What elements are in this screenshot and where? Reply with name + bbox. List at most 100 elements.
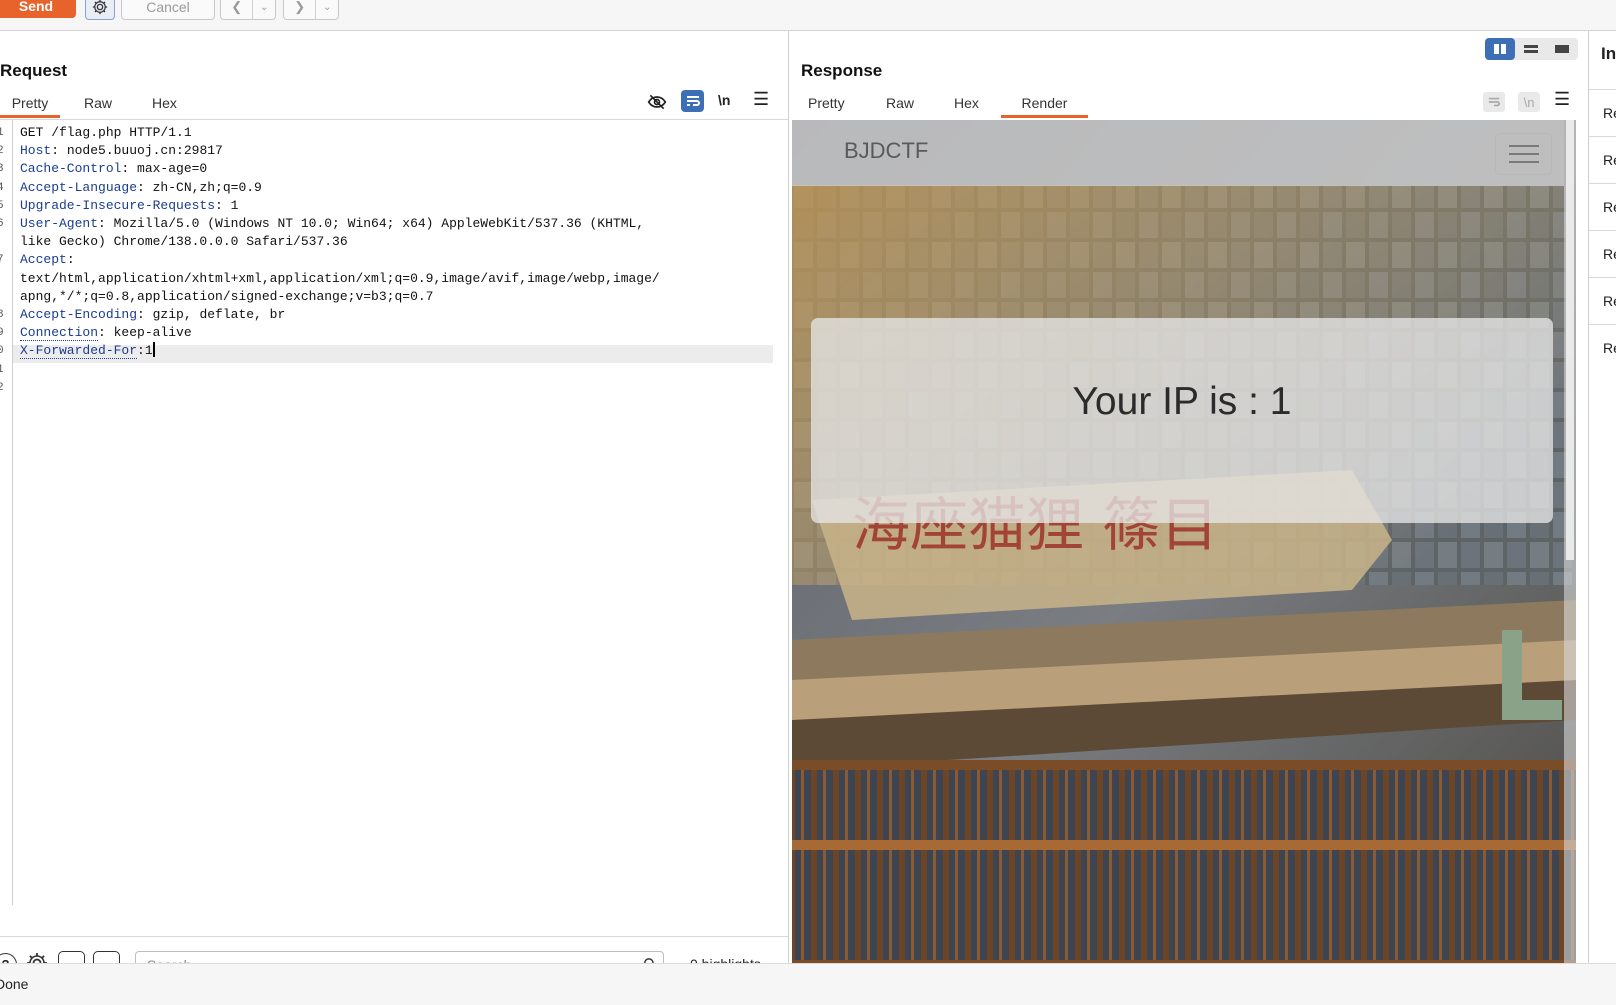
line-number: 1 <box>0 127 4 139</box>
header-value: : keep-alive <box>98 325 192 341</box>
header-value: : <box>66 252 75 268</box>
inspector-title: In <box>1601 44 1616 63</box>
header-value: : max-age=0 <box>121 161 208 177</box>
layout-side-by-side-button[interactable] <box>1485 38 1515 60</box>
hide-nonprintable-button[interactable] <box>646 91 668 113</box>
response-show-newlines-button[interactable]: \n <box>1518 92 1540 112</box>
line-number: 2 <box>0 145 4 158</box>
response-title: Response <box>801 61 883 80</box>
forward-nav-group: ❯ ⌄ <box>283 0 339 20</box>
word-wrap-button[interactable] <box>681 90 704 112</box>
line-number: 5 <box>0 199 4 212</box>
status-bar: Done <box>0 963 1616 1005</box>
request-panel: Request Pretty Raw Hex \n ☰ 1 GET /flag.p… <box>0 31 789 979</box>
back-history-dropdown-icon[interactable]: ⌄ <box>253 0 275 19</box>
rendered-brand[interactable]: BJDCTF <box>844 138 928 164</box>
rendered-hamburger-button[interactable] <box>1495 133 1552 175</box>
request-editor[interactable]: 1 GET /flag.php HTTP/1.1 2 Host: node5.buuo… <box>0 119 788 905</box>
line-number: 4 <box>0 181 4 194</box>
header-value: : gzip, deflate, br <box>137 307 286 322</box>
send-settings-button[interactable] <box>85 0 115 20</box>
header-value: : 1 <box>215 197 239 213</box>
send-button[interactable]: Send <box>0 0 76 18</box>
request-tab-pretty[interactable]: Pretty <box>0 95 60 118</box>
request-title: Request <box>0 61 68 80</box>
response-menu-icon[interactable]: ☰ <box>1554 89 1570 110</box>
request-line: Accept: <box>20 251 75 269</box>
eye-slash-icon <box>647 94 667 110</box>
request-text: apng,*/*;q=0.8,application/signed-exchan… <box>20 288 434 304</box>
request-line: apng,*/*;q=0.8,application/signed-exchan… <box>20 288 433 306</box>
request-line: Upgrade-Insecure-Requests: 1 <box>20 197 238 215</box>
single-pane-icon <box>1555 45 1569 53</box>
inspector-item[interactable]: Re <box>1589 277 1616 323</box>
header-value: : Mozilla/5.0 (Windows NT 10.0; Win64; x… <box>98 216 645 231</box>
cancel-button[interactable]: Cancel <box>121 0 215 20</box>
header-name: User-Agent <box>20 216 99 231</box>
request-tab-raw[interactable]: Raw <box>84 95 112 111</box>
forward-history-dropdown-icon[interactable]: ⌄ <box>316 0 338 19</box>
response-tab-pretty[interactable]: Pretty <box>808 95 845 111</box>
request-line: Connection: keep-alive <box>20 324 192 342</box>
header-name: Upgrade-Insecure-Requests <box>20 197 216 213</box>
gear-icon <box>92 0 108 15</box>
inspector-item[interactable]: Re <box>1589 89 1616 135</box>
rendered-navbar: BJDCTF <box>792 120 1564 186</box>
show-newlines-button[interactable]: \n <box>718 92 730 108</box>
request-line: Host: node5.buuoj.cn:29817 <box>20 142 223 160</box>
request-line: GET /flag.php HTTP/1.1 <box>20 124 192 142</box>
text-caret <box>152 342 155 358</box>
line-number-gutter <box>0 120 13 905</box>
header-name: Connection <box>20 325 99 342</box>
header-name: Accept-Language <box>20 179 138 195</box>
inspector-item[interactable]: Re <box>1589 324 1616 370</box>
header-value: : node5.buuoj.cn:29817 <box>51 143 223 159</box>
request-line: X-Forwarded-For:1 <box>20 342 155 360</box>
request-line: like Gecko) Chrome/138.0.0.0 Safari/537.… <box>20 233 348 251</box>
status-text: Done <box>0 976 29 992</box>
line-number: 0 <box>0 345 4 358</box>
header-name: Accept <box>20 252 67 268</box>
back-arrow-icon[interactable]: ❮ <box>221 0 254 19</box>
inspector-item[interactable]: Re <box>1589 183 1616 229</box>
request-menu-icon[interactable]: ☰ <box>753 89 769 110</box>
response-word-wrap-button[interactable] <box>1483 92 1505 112</box>
request-line: Accept-Language: zh-CN,zh;q=0.9 <box>20 179 262 197</box>
rendered-message-card: Your IP is : 1 <box>811 318 1553 523</box>
request-tab-hex[interactable]: Hex <box>152 95 177 111</box>
wrap-lines-icon <box>1488 97 1500 107</box>
request-line: text/html,application/xhtml+xml,applicat… <box>20 270 660 288</box>
forward-arrow-icon[interactable]: ❯ <box>284 0 317 19</box>
background-scene-image: 海座猫狸 篠目 <box>792 120 1576 963</box>
request-line: Accept-Encoding: gzip, deflate, br <box>20 306 285 324</box>
layout-stacked-button[interactable] <box>1516 38 1546 60</box>
line-number: 6 <box>0 218 4 230</box>
response-tab-hex[interactable]: Hex <box>954 95 979 111</box>
response-tab-raw[interactable]: Raw <box>886 95 914 111</box>
layout-tabs-button[interactable] <box>1547 38 1577 60</box>
header-value: :1 <box>137 343 153 359</box>
response-tab-render[interactable]: Render <box>1001 95 1088 118</box>
line-number: 1 <box>0 363 4 376</box>
request-text: like Gecko) Chrome/138.0.0.0 Safari/537.… <box>20 234 348 250</box>
columns-icon <box>1494 44 1506 54</box>
line-number: 3 <box>0 163 4 176</box>
rows-icon <box>1524 45 1538 53</box>
request-line: Cache-Control: max-age=0 <box>20 160 207 178</box>
inspector-item[interactable]: Re <box>1589 230 1616 276</box>
line-number: 2 <box>0 381 4 394</box>
inspector-panel: In ReReReReReRe <box>1589 31 1616 963</box>
header-name: X-Forwarded-For <box>20 343 138 360</box>
line-number: 9 <box>0 327 4 340</box>
request-text: text/html,application/xhtml+xml,applicat… <box>20 270 660 286</box>
toolbar: Send Cancel ❮ ⌄ ❯ ⌄ <box>0 0 1616 31</box>
header-name: Accept-Encoding <box>20 307 138 322</box>
header-name: Host <box>20 143 52 159</box>
request-line: User-Agent: Mozilla/5.0 (Windows NT 10.0… <box>20 215 644 233</box>
line-number: 8 <box>0 309 4 321</box>
wrap-lines-icon <box>686 96 700 106</box>
request-text: GET /flag.php HTTP/1.1 <box>20 125 192 140</box>
rendered-response: 海座猫狸 篠目 BJDCTF Your IP is : 1 <box>792 120 1576 963</box>
line-number: 7 <box>0 254 4 267</box>
inspector-item[interactable]: Re <box>1589 136 1616 182</box>
